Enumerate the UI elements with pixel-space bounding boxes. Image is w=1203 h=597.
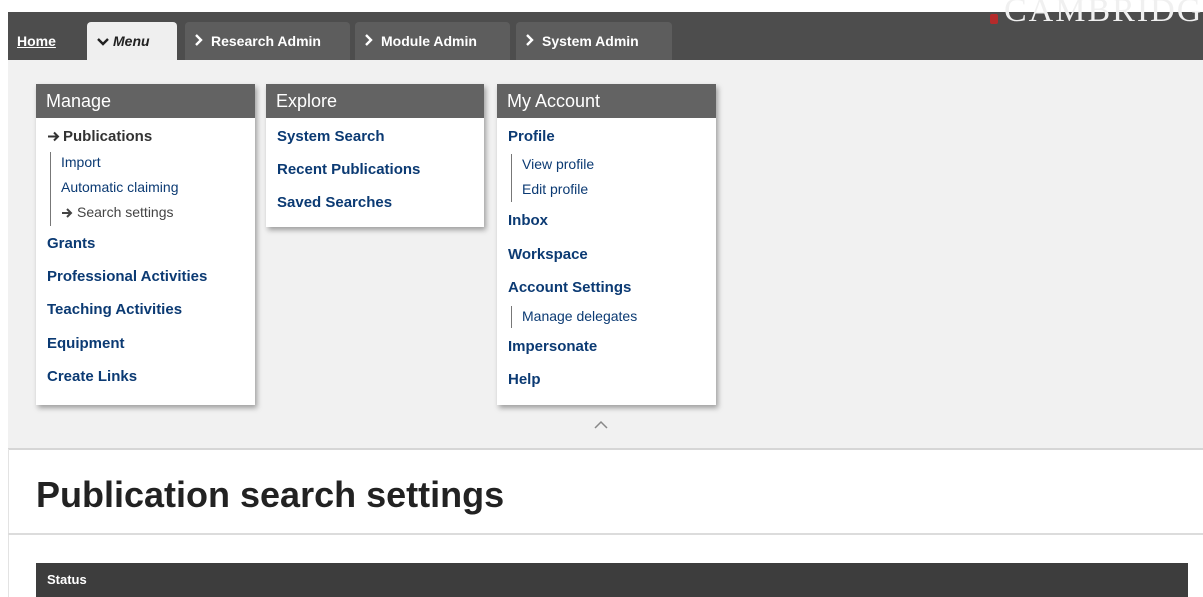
arrow-right-icon [48, 131, 60, 142]
submenu-item-manage-delegates[interactable]: Manage delegates [522, 308, 637, 324]
chevron-down-icon [97, 22, 113, 60]
title-divider [8, 533, 1203, 535]
my-account-panel-title: My Account [497, 84, 716, 118]
menu-item-workspace[interactable]: Workspace [508, 246, 588, 263]
chevron-right-icon [195, 22, 211, 60]
page-title: Publication search settings [36, 474, 505, 515]
tab-research-admin[interactable]: Research Admin [185, 22, 350, 60]
tab-home-label[interactable]: Home [17, 33, 56, 49]
manage-panel: Manage Publications Import Automatic cla… [36, 84, 255, 405]
menu-item-publications[interactable]: Publications [47, 128, 152, 145]
submenu-item-search-settings-label: Search settings [77, 204, 174, 220]
menu-item-help[interactable]: Help [508, 371, 541, 388]
explore-panel-title: Explore [266, 84, 484, 118]
status-section-header: Status [36, 563, 1188, 597]
university-logo[interactable]: CAMBRIDGE [990, 0, 1203, 30]
tab-module-admin-label: Module Admin [381, 33, 477, 49]
submenu-item-import[interactable]: Import [61, 154, 101, 170]
chevron-up-icon[interactable] [594, 418, 608, 432]
tab-module-admin[interactable]: Module Admin [355, 22, 510, 60]
tab-system-admin[interactable]: System Admin [516, 22, 672, 60]
tab-research-admin-label: Research Admin [211, 33, 321, 49]
tab-menu[interactable]: Menu [87, 22, 177, 60]
tab-system-admin-label: System Admin [542, 33, 639, 49]
submenu-item-view-profile[interactable]: View profile [522, 156, 594, 172]
content-edge [8, 449, 9, 597]
menu-item-system-search[interactable]: System Search [277, 128, 385, 145]
logo-text: CAMBRIDGE [1004, 0, 1203, 29]
manage-panel-title: Manage [36, 84, 255, 118]
submenu-divider [511, 306, 512, 328]
menu-item-profile[interactable]: Profile [508, 128, 555, 145]
menu-item-impersonate[interactable]: Impersonate [508, 338, 597, 355]
submenu-divider [511, 154, 512, 202]
menu-item-saved-searches[interactable]: Saved Searches [277, 194, 392, 211]
submenu-item-search-settings[interactable]: Search settings [61, 204, 174, 220]
chevron-right-icon [526, 22, 542, 60]
menu-item-professional-activities[interactable]: Professional Activities [47, 268, 207, 285]
menu-item-recent-publications[interactable]: Recent Publications [277, 161, 420, 178]
menu-item-publications-label: Publications [63, 128, 153, 145]
menu-item-teaching-activities[interactable]: Teaching Activities [47, 301, 182, 318]
submenu-item-edit-profile[interactable]: Edit profile [522, 181, 588, 197]
menu-item-create-links[interactable]: Create Links [47, 368, 137, 385]
mega-menu: Manage Publications Import Automatic cla… [8, 60, 1203, 450]
menu-item-grants[interactable]: Grants [47, 235, 95, 252]
submenu-item-automatic-claiming[interactable]: Automatic claiming [61, 179, 179, 195]
my-account-panel: My Account Profile View profile Edit pro… [497, 84, 716, 405]
menu-item-equipment[interactable]: Equipment [47, 335, 125, 352]
chevron-right-icon [365, 22, 381, 60]
arrow-right-icon [62, 208, 73, 218]
tab-menu-label: Menu [113, 33, 150, 49]
menu-item-account-settings[interactable]: Account Settings [508, 279, 631, 296]
menu-item-inbox[interactable]: Inbox [508, 212, 548, 229]
submenu-divider [50, 152, 51, 226]
tab-home[interactable]: Home [8, 22, 84, 60]
explore-panel: Explore System Search Recent Publication… [266, 84, 484, 227]
crest-icon [990, 14, 998, 24]
top-navigation-bar: CAMBRIDGE Home Menu Research Admin Modul… [8, 0, 1203, 60]
